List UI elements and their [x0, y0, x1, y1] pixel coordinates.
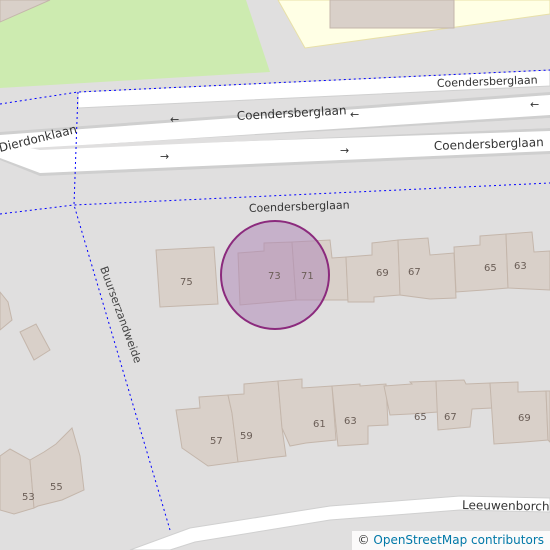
map-canvas[interactable]: 75 73 71 69 67 65 63 57 59 61 63 65 67 6… [0, 0, 550, 550]
house-number: 69 [518, 413, 531, 424]
house-number: 69 [376, 268, 389, 279]
house-number: 65 [414, 412, 427, 423]
svg-text:←: ← [530, 98, 539, 111]
attribution: © OpenStreetMap contributors [351, 531, 550, 550]
building [329, 0, 455, 29]
copyright-symbol: © [357, 533, 370, 547]
house-number: 63 [514, 261, 527, 272]
svg-text:←: ← [170, 113, 179, 126]
building-left [0, 291, 85, 515]
street-label-buurserzandweide: Buurserzandweide [97, 265, 144, 366]
svg-text:→: → [340, 144, 349, 157]
building-row-lower [175, 378, 550, 467]
house-number: 55 [50, 482, 63, 493]
grass-area [0, 0, 270, 88]
house-number: 53 [22, 492, 35, 503]
map-svg: 75 73 71 69 67 65 63 57 59 61 63 65 67 6… [0, 0, 550, 550]
house-number: 63 [344, 416, 357, 427]
street-label-coendersberglaan-side: Coendersberglaan [249, 198, 350, 215]
house-number: 61 [313, 419, 326, 430]
svg-text:←: ← [350, 108, 359, 121]
house-number: 57 [210, 436, 223, 447]
svg-text:→: → [160, 150, 169, 163]
house-number: 59 [240, 431, 253, 442]
house-number: 73 [268, 271, 281, 282]
house-number: 71 [301, 271, 314, 282]
street-label-leeuwenborch: Leeuwenborchw [462, 498, 550, 514]
house-number: 67 [408, 267, 421, 278]
attribution-link[interactable]: OpenStreetMap contributors [373, 533, 544, 547]
house-number: 75 [180, 277, 193, 288]
house-number: 65 [484, 263, 497, 274]
house-number: 67 [444, 412, 457, 423]
